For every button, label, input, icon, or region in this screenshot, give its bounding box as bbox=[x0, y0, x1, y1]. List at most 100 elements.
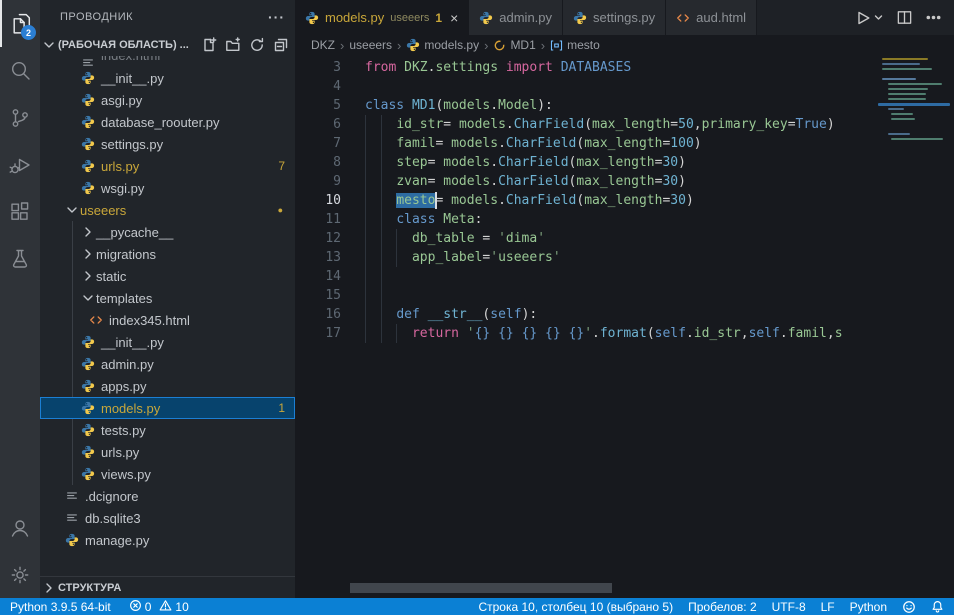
tree-item-views.py[interactable]: views.py bbox=[40, 463, 295, 485]
new-file-icon[interactable] bbox=[201, 37, 217, 53]
code-token: class bbox=[365, 98, 404, 113]
minimap-line bbox=[882, 68, 932, 70]
tab-settings.py[interactable]: settings.py bbox=[563, 0, 666, 35]
activity-account-icon[interactable] bbox=[0, 504, 40, 551]
code-token: Meta bbox=[443, 212, 474, 227]
activity-testing-icon[interactable] bbox=[0, 235, 40, 282]
code-token: models bbox=[443, 155, 490, 170]
python-file-icon bbox=[80, 71, 96, 85]
tree-item-tests.py[interactable]: tests.py bbox=[40, 419, 295, 441]
tab-models.py[interactable]: models.pyuseeers1× bbox=[295, 0, 469, 35]
more-actions-button[interactable] bbox=[925, 9, 942, 26]
collapse-all-icon[interactable] bbox=[273, 37, 289, 53]
tree-item-db.sqlite3[interactable]: db.sqlite3 bbox=[40, 507, 295, 529]
code-token: ): bbox=[522, 307, 538, 322]
tree-item-migrations[interactable]: migrations bbox=[40, 243, 295, 265]
tab-aud.html[interactable]: aud.html bbox=[666, 0, 757, 35]
breadcrumb-item-DKZ[interactable]: DKZ bbox=[311, 38, 335, 52]
breadcrumb-item-MD1[interactable]: MD1 bbox=[493, 38, 535, 52]
code-line-content: class Meta: bbox=[365, 210, 482, 229]
code-token: ) bbox=[678, 174, 686, 189]
more-actions-icon[interactable]: ··· bbox=[268, 9, 285, 25]
minimap-line bbox=[888, 93, 926, 95]
language-mode-status[interactable]: Python bbox=[850, 600, 887, 614]
tree-item-templates[interactable]: templates bbox=[40, 287, 295, 309]
run-button[interactable] bbox=[854, 9, 884, 27]
tree-item-models.py[interactable]: models.py1 bbox=[40, 397, 295, 419]
code-token: ) bbox=[678, 155, 686, 170]
workspace-section-header[interactable]: (РАБОЧАЯ ОБЛАСТЬ) ... bbox=[40, 34, 295, 56]
code-token: ' bbox=[553, 250, 561, 265]
indentation-status[interactable]: Пробелов: 2 bbox=[688, 600, 757, 614]
tree-item-.dcignore[interactable]: .dcignore bbox=[40, 485, 295, 507]
python-file-icon bbox=[80, 423, 96, 437]
config-file-icon bbox=[64, 511, 80, 525]
code-line-14: 14 bbox=[295, 267, 876, 286]
indent-guide bbox=[396, 229, 397, 248]
tree-item-label: __pycache__ bbox=[96, 225, 173, 240]
code-editor[interactable]: 3from DKZ.settings import DATABASES45cla… bbox=[295, 55, 954, 598]
tree-item-manage.py[interactable]: manage.py bbox=[40, 529, 295, 551]
eol-status[interactable]: LF bbox=[821, 600, 835, 614]
line-number: 17 bbox=[295, 324, 341, 343]
activity-settings-gear-icon[interactable] bbox=[0, 551, 40, 598]
close-icon[interactable]: × bbox=[450, 10, 458, 26]
outline-section-header[interactable]: СТРУКТУРА bbox=[40, 576, 295, 598]
code-line-content: app_label='useeers' bbox=[365, 248, 561, 267]
code-line-8: 8 step= models.CharField(max_length=30) bbox=[295, 153, 876, 172]
cursor-position-status[interactable]: Строка 10, столбец 10 (выбрано 5) bbox=[478, 600, 673, 614]
tree-item-wsgi.py[interactable]: wsgi.py bbox=[40, 177, 295, 199]
notifications-bell-icon[interactable] bbox=[931, 600, 944, 613]
breadcrumb-item-models.py[interactable]: models.py bbox=[406, 38, 479, 52]
tree-item-admin.py[interactable]: admin.py bbox=[40, 353, 295, 375]
line-number: 16 bbox=[295, 305, 341, 324]
workspace-section-actions bbox=[201, 37, 289, 53]
tree-item-label: __init__.py bbox=[101, 71, 164, 86]
breadcrumb-item-mesto[interactable]: mesto bbox=[550, 38, 600, 52]
tree-item-urls.py[interactable]: urls.py7 bbox=[40, 155, 295, 177]
tree-item-settings.py[interactable]: settings.py bbox=[40, 133, 295, 155]
tree-item-static[interactable]: static bbox=[40, 265, 295, 287]
code-token: MD1 bbox=[412, 98, 435, 113]
refresh-icon[interactable] bbox=[249, 37, 265, 53]
problems-status[interactable]: 0 10 bbox=[129, 599, 189, 615]
activity-bar-top: 2 bbox=[0, 0, 40, 504]
tree-item-__pycache__[interactable]: __pycache__ bbox=[40, 221, 295, 243]
code-token: CharField bbox=[498, 155, 568, 170]
feedback-icon[interactable] bbox=[902, 600, 916, 614]
split-editor-button[interactable] bbox=[896, 9, 913, 26]
minimap[interactable] bbox=[880, 58, 946, 598]
encoding-status[interactable]: UTF-8 bbox=[772, 600, 806, 614]
tree-item-urls.py[interactable]: urls.py bbox=[40, 441, 295, 463]
tree-item-__init__.py[interactable]: __init__.py bbox=[40, 67, 295, 89]
modified-dot-badge: ● bbox=[278, 205, 283, 215]
activity-extensions-icon[interactable] bbox=[0, 188, 40, 235]
python-file-icon bbox=[80, 335, 96, 349]
python-interpreter-status[interactable]: Python 3.9.5 64-bit bbox=[10, 600, 111, 614]
tree-item-apps.py[interactable]: apps.py bbox=[40, 375, 295, 397]
indent-guide bbox=[365, 153, 366, 172]
code-token: id_str bbox=[396, 117, 443, 132]
tree-item-asgi.py[interactable]: asgi.py bbox=[40, 89, 295, 111]
tree-item-index.html[interactable]: index.html bbox=[40, 56, 295, 67]
minimap-line bbox=[891, 138, 943, 140]
tree-item-__init__.py[interactable]: __init__.py bbox=[40, 331, 295, 353]
tree-item-index345.html[interactable]: index345.html bbox=[40, 309, 295, 331]
activity-run-debug-icon[interactable] bbox=[0, 141, 40, 188]
activity-search-icon[interactable] bbox=[0, 47, 40, 94]
activity-explorer-icon[interactable]: 2 bbox=[0, 0, 40, 47]
breadcrumb-item-useeers[interactable]: useeers bbox=[349, 38, 392, 52]
tab-admin.py[interactable]: admin.py bbox=[469, 0, 563, 35]
activity-source-control-icon[interactable] bbox=[0, 94, 40, 141]
horizontal-scrollbar[interactable] bbox=[350, 583, 612, 593]
error-icon bbox=[129, 599, 142, 615]
tree-item-useeers[interactable]: useeers● bbox=[40, 199, 295, 221]
tree-item-label: __init__.py bbox=[101, 335, 164, 350]
activity-bar: 2 bbox=[0, 0, 40, 598]
tab-label: admin.py bbox=[499, 10, 552, 25]
editor-group: models.pyuseeers1× admin.py settings.pyaud… bbox=[295, 0, 954, 598]
text-cursor bbox=[435, 192, 437, 209]
code-line-content: from DKZ.settings import DATABASES bbox=[365, 58, 631, 77]
new-folder-icon[interactable] bbox=[225, 37, 241, 53]
tree-item-database_roouter.py[interactable]: database_roouter.py bbox=[40, 111, 295, 133]
